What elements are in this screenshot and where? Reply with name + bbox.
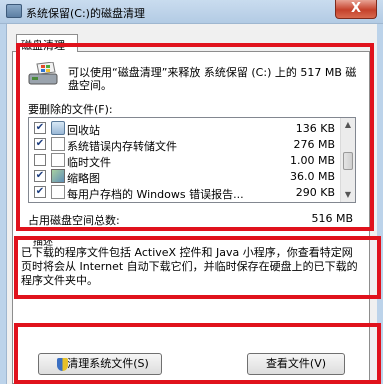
file-icon [51, 153, 65, 167]
close-button[interactable]: X [335, 0, 377, 19]
file-icon [51, 137, 65, 151]
item-size: 276 MB [293, 138, 335, 151]
item-name: 每用户存档的 Windows 错误报告... [67, 188, 244, 201]
clean-system-files-label: 清理系统文件(S) [67, 357, 149, 370]
item-size: 1.00 MB [289, 154, 335, 167]
view-files-button[interactable]: 查看文件(V) [247, 353, 345, 375]
item-size: 36.0 MB [289, 170, 335, 183]
title-bar: 系统保留(C:)的磁盘清理 X [0, 0, 383, 24]
checkbox[interactable] [34, 154, 46, 166]
item-size: 290 KB [295, 186, 335, 199]
thumbnail-icon [51, 169, 65, 183]
tab-disk-cleanup[interactable]: 磁盘清理 [16, 34, 78, 52]
total-space-label: 占用磁盘空间总数: [28, 214, 120, 227]
disk-cleanup-icon [6, 4, 22, 18]
list-item[interactable]: ✔ 缩略图 36.0 MB [29, 168, 341, 185]
list-item[interactable]: ✔ 回收站 136 KB [29, 120, 341, 137]
total-space-value: 516 MB [311, 212, 353, 225]
list-item[interactable]: ✔ 系统错误内存转储文件 276 MB [29, 136, 341, 153]
item-size: 136 KB [295, 122, 335, 135]
files-to-delete-label: 要删除的文件(F): [28, 103, 113, 116]
uac-shield-icon [57, 358, 68, 371]
checkbox[interactable]: ✔ [34, 122, 46, 134]
scroll-thumb[interactable] [343, 152, 353, 170]
checkbox[interactable]: ✔ [34, 170, 46, 182]
file-icon [51, 185, 65, 199]
window-title: 系统保留(C:)的磁盘清理 [26, 7, 145, 20]
scroll-up-icon[interactable]: ▲ [341, 118, 355, 132]
checkbox[interactable]: ✔ [34, 186, 46, 198]
drive-icon [28, 62, 58, 85]
checkbox[interactable]: ✔ [34, 138, 46, 150]
list-scrollbar[interactable]: ▲ ▼ [340, 118, 355, 202]
description-text: 已下载的程序文件包括 ActiveX 控件和 Java 小程序，你查看特定网页时… [21, 246, 358, 287]
scroll-down-icon[interactable]: ▼ [341, 188, 355, 202]
list-item[interactable]: 临时文件 1.00 MB [29, 152, 341, 169]
info-text: 可以使用“磁盘清理”来释放 系统保留 (C:) 上的 517 MB 磁盘空间。 [68, 66, 357, 92]
files-list: ✔ 回收站 136 KB ✔ 系统错误内存转储文件 276 MB 临时文件 1.… [28, 117, 356, 203]
clean-system-files-button[interactable]: 清理系统文件(S) [38, 353, 162, 375]
recycle-bin-icon [51, 121, 65, 135]
list-item[interactable]: ✔ 每用户存档的 Windows 错误报告... 290 KB [29, 184, 341, 201]
